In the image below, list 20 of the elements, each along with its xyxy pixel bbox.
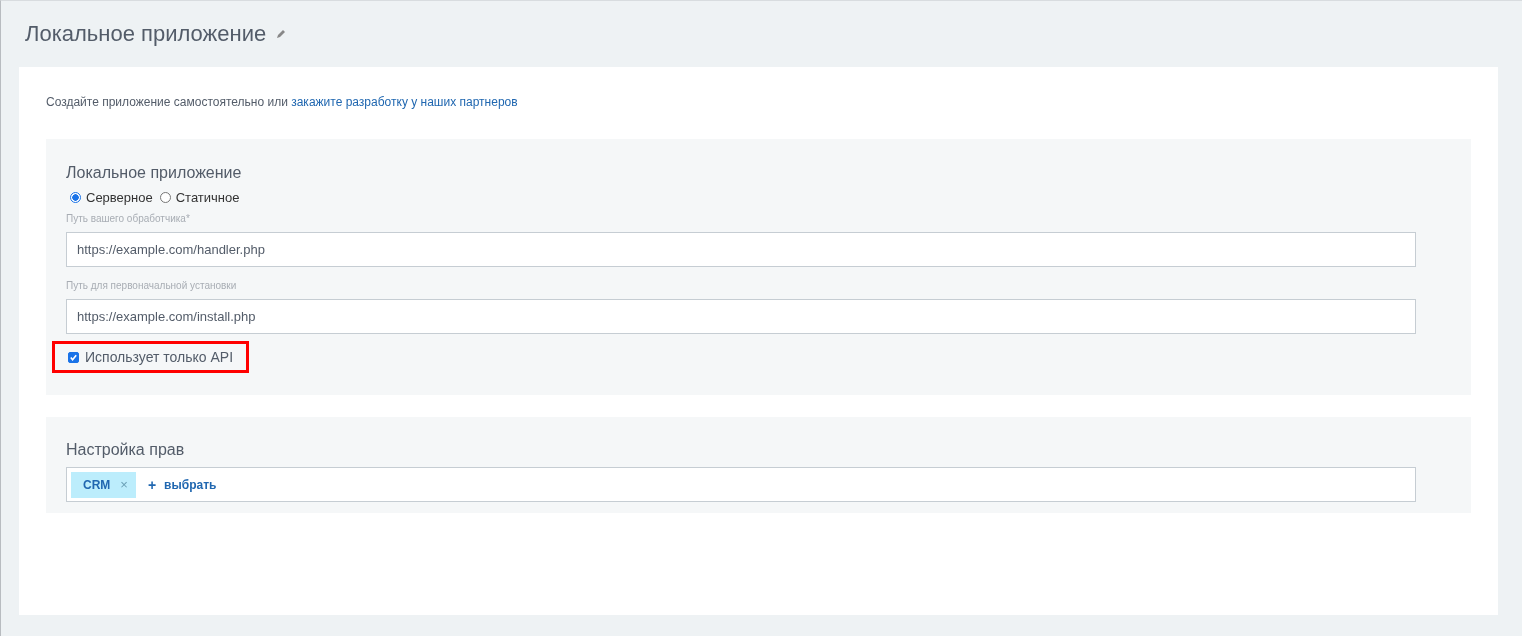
add-icon[interactable]: + xyxy=(147,476,157,493)
checkbox[interactable] xyxy=(68,351,79,363)
select-link[interactable]: выбрать xyxy=(164,477,217,492)
field-label: Путь для первоначальной установки xyxy=(66,280,238,291)
field-label: Путь вашего обработчика* xyxy=(66,213,191,224)
partners-link[interactable]: закажите разработку у наших партнеров xyxy=(291,95,518,109)
tag-label: CRM xyxy=(83,477,111,492)
section-title: Настройка прав xyxy=(66,441,186,459)
radio-icon[interactable] xyxy=(70,192,81,203)
intro-text: Создайте приложение самостоятельно или закажите разработку у наших партнеров xyxy=(46,95,519,109)
input-field[interactable]: https://example.com/handler.php xyxy=(66,232,1416,267)
page-title: Локальное приложение xyxy=(25,21,267,47)
pencil-icon[interactable] xyxy=(276,29,287,39)
input-field[interactable]: https://example.com/install.php xyxy=(66,299,1416,334)
radio-icon[interactable] xyxy=(159,192,171,203)
checkbox-option[interactable]: Использует только API xyxy=(68,349,234,365)
radio-option[interactable]: Серверное xyxy=(70,190,153,205)
radio-option[interactable]: Статичное xyxy=(159,190,240,205)
section-title: Локальное приложение xyxy=(66,164,243,182)
rights-field[interactable]: CRM × + выбрать xyxy=(66,467,1416,502)
